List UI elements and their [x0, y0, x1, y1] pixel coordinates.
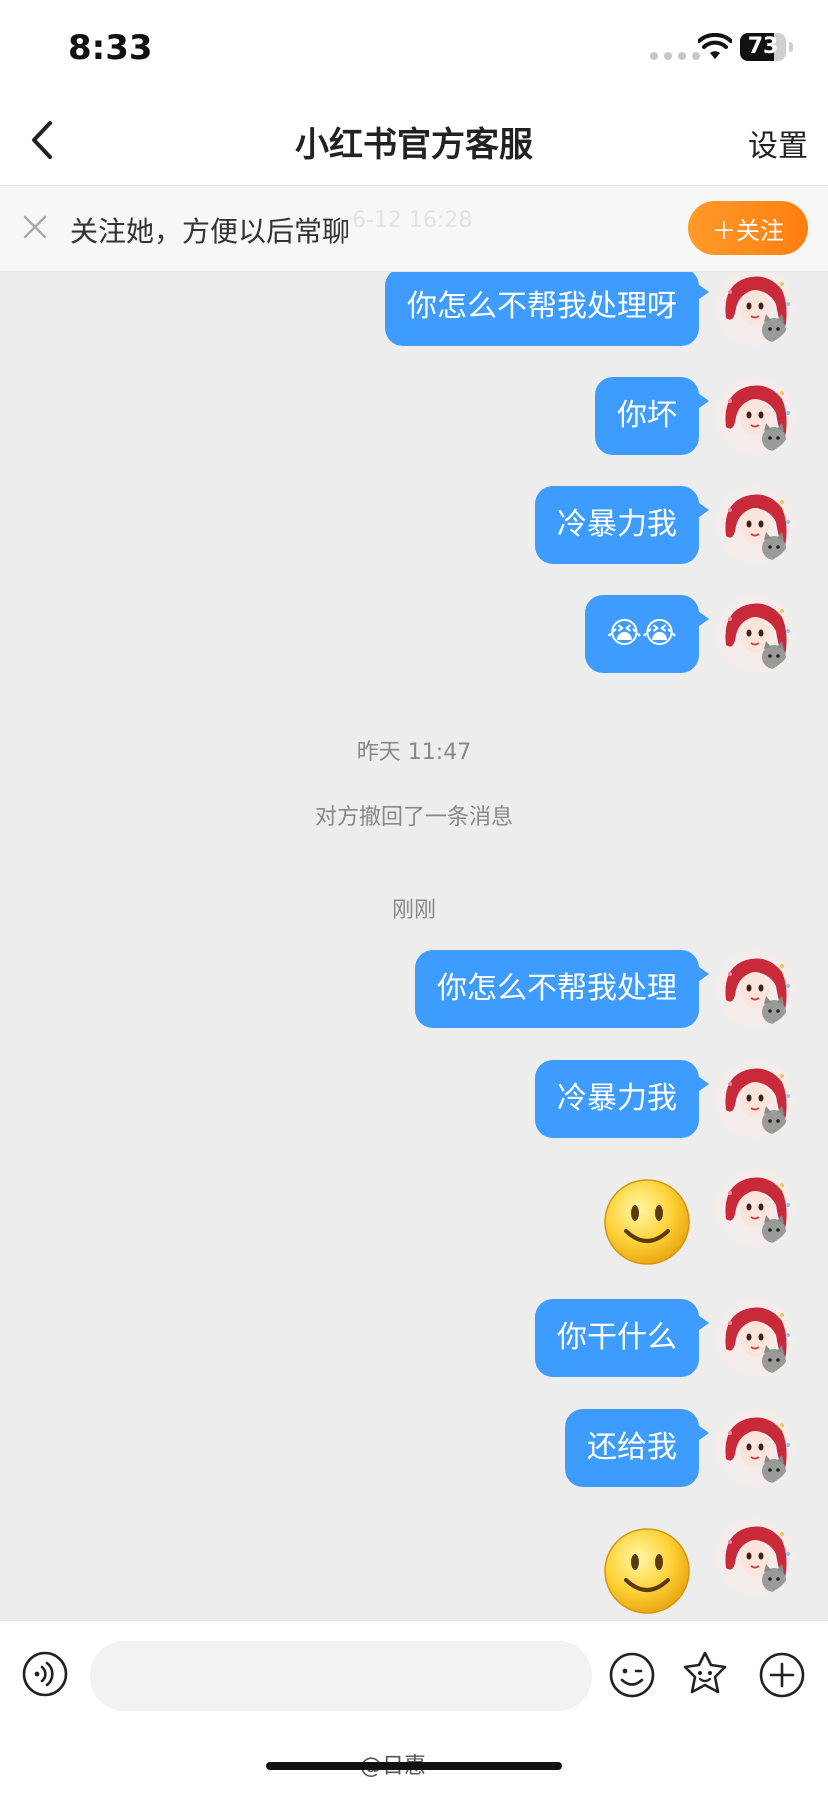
message-row: 😭😭: [0, 595, 828, 675]
page-title: 小红书官方客服: [295, 125, 533, 165]
user-avatar[interactable]: [716, 595, 794, 673]
message-bubble[interactable]: 你坏: [595, 377, 709, 455]
follow-banner: 6-12 16:28 关注她，方便以后常聊 ＋关注: [0, 186, 828, 272]
user-avatar[interactable]: [716, 377, 794, 455]
chat-area[interactable]: 你怎么不帮我处理呀 你坏 冷暴力我 😭😭 昨天 11:47 对方撤回了一条消息 …: [0, 272, 828, 1618]
message-bubble[interactable]: 😭😭: [584, 595, 710, 673]
recalled-notice: 对方撤回了一条消息: [314, 805, 513, 830]
follow-prompt-text: 关注她，方便以后常聊: [70, 215, 351, 248]
message-bubble[interactable]: 你怎么不帮我处理: [415, 950, 709, 1028]
message-bubble[interactable]: 你怎么不帮我处理呀: [385, 272, 709, 346]
user-avatar[interactable]: [716, 950, 794, 1028]
message-row: [0, 1169, 828, 1264]
smiley-sticker-icon[interactable]: [602, 1526, 692, 1616]
battery-icon: 73: [740, 33, 786, 61]
follow-button[interactable]: ＋关注: [688, 201, 808, 255]
chat-screen: 8:33 73 小红书官方客服 设置 6-12 16:28 关注她，方便以后常聊…: [0, 0, 828, 1793]
message-input[interactable]: [90, 1641, 592, 1711]
status-bar: 8:33 73: [0, 0, 828, 95]
user-avatar[interactable]: [716, 1299, 794, 1377]
battery-tip: [789, 42, 793, 52]
message-bubble[interactable]: 冷暴力我: [535, 1060, 709, 1138]
sticker-icon[interactable]: [680, 1649, 730, 1699]
message-row: [0, 1518, 828, 1613]
message-row: 冷暴力我: [0, 486, 828, 566]
user-avatar[interactable]: [716, 1169, 794, 1247]
cellular-signal-icon: [650, 52, 700, 60]
message-row: 你干什么: [0, 1299, 828, 1379]
faded-timestamp: 6-12 16:28: [352, 208, 473, 233]
voice-input-icon[interactable]: [22, 1651, 68, 1697]
user-avatar[interactable]: [716, 486, 794, 564]
nav-bar: 小红书官方客服 设置: [0, 95, 828, 186]
message-row: 你坏: [0, 377, 828, 457]
message-bubble[interactable]: 还给我: [565, 1409, 709, 1487]
emoji-icon[interactable]: [608, 1651, 656, 1699]
smiley-sticker-icon[interactable]: [602, 1177, 692, 1267]
status-time: 8:33: [68, 28, 153, 68]
message-bubble[interactable]: 冷暴力我: [535, 486, 709, 564]
user-avatar[interactable]: [716, 1518, 794, 1596]
timestamp-just-now: 刚刚: [391, 898, 436, 923]
user-avatar[interactable]: [716, 272, 794, 346]
home-indicator: [266, 1762, 562, 1770]
user-avatar[interactable]: [716, 1060, 794, 1138]
plus-icon[interactable]: [758, 1651, 806, 1699]
user-avatar[interactable]: [716, 1409, 794, 1487]
message-row: 你怎么不帮我处理呀: [0, 272, 828, 348]
message-bubble[interactable]: 你干什么: [535, 1299, 709, 1377]
wifi-icon: [698, 33, 732, 59]
timestamp-yesterday: 昨天 11:47: [356, 740, 472, 765]
settings-button[interactable]: 设置: [748, 121, 808, 165]
message-row: 还给我: [0, 1409, 828, 1489]
close-icon[interactable]: [22, 214, 48, 240]
battery-level: 73: [747, 34, 779, 59]
message-row: 你怎么不帮我处理: [0, 950, 828, 1030]
message-row: 冷暴力我: [0, 1060, 828, 1140]
